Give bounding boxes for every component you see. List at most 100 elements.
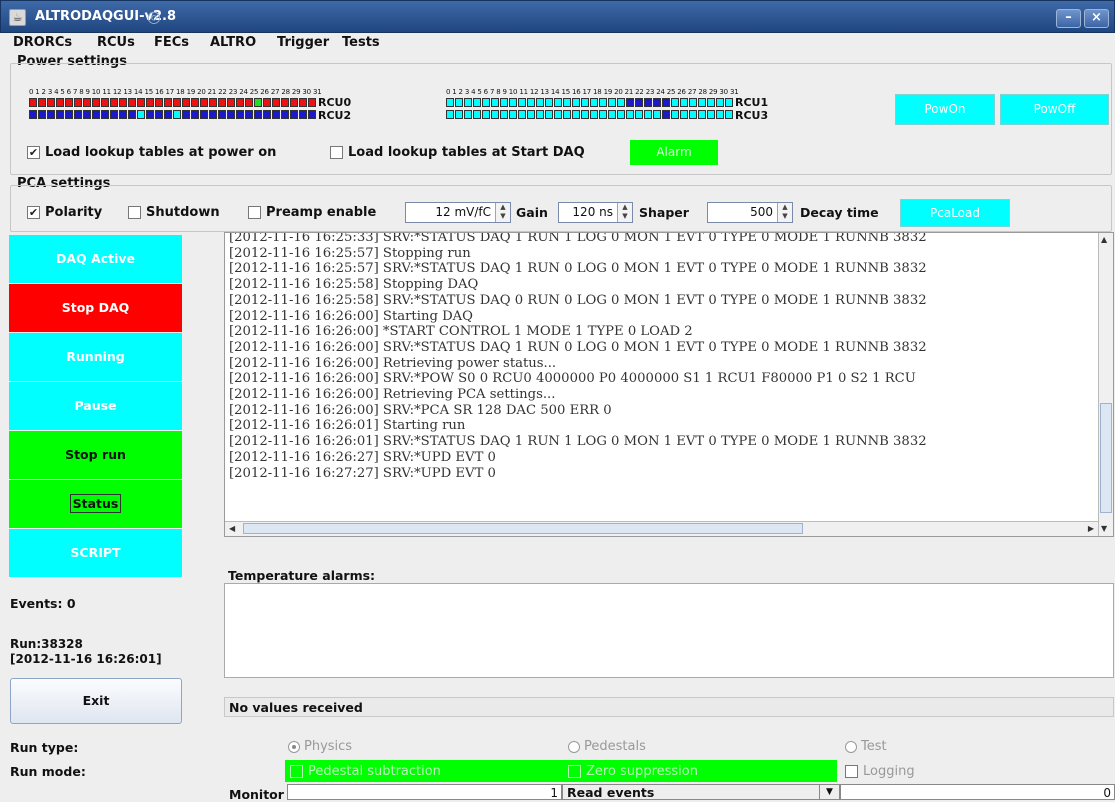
- channel-box[interactable]: [527, 98, 535, 107]
- channel-box[interactable]: [137, 98, 145, 107]
- channel-box[interactable]: [254, 98, 262, 107]
- channel-box[interactable]: [83, 110, 91, 119]
- physics-radio[interactable]: Physics: [288, 739, 352, 754]
- channel-box[interactable]: [173, 110, 181, 119]
- spinner-arrows-icon[interactable]: ▲ ▼: [617, 203, 632, 222]
- channel-box[interactable]: [725, 98, 733, 107]
- channel-box[interactable]: [74, 110, 82, 119]
- channel-box[interactable]: [290, 110, 298, 119]
- channel-box[interactable]: [137, 110, 145, 119]
- channel-box[interactable]: [236, 98, 244, 107]
- menu-tests[interactable]: Tests: [342, 35, 380, 50]
- vertical-scrollbar[interactable]: ▲ ▼: [1098, 233, 1113, 536]
- horizontal-scroll-thumb[interactable]: [243, 523, 803, 534]
- channel-box[interactable]: [92, 110, 100, 119]
- vertical-scroll-thumb[interactable]: [1100, 403, 1112, 513]
- channel-box[interactable]: [209, 98, 217, 107]
- channel-box[interactable]: [101, 98, 109, 107]
- channel-box[interactable]: [500, 98, 508, 107]
- channel-box[interactable]: [518, 98, 526, 107]
- channel-box[interactable]: [680, 98, 688, 107]
- channel-box[interactable]: [545, 98, 553, 107]
- script-button[interactable]: SCRIPT: [9, 529, 182, 577]
- channel-box[interactable]: [518, 110, 526, 119]
- channel-box[interactable]: [590, 110, 598, 119]
- channel-box[interactable]: [146, 98, 154, 107]
- channel-box[interactable]: [617, 98, 625, 107]
- channel-box[interactable]: [464, 98, 472, 107]
- channel-box[interactable]: [227, 110, 235, 119]
- channel-box[interactable]: [563, 110, 571, 119]
- channel-box[interactable]: [590, 98, 598, 107]
- channel-box[interactable]: [92, 98, 100, 107]
- pedestal-subtraction-checkbox[interactable]: Pedestal subtraction: [290, 764, 441, 779]
- dropdown-arrow-icon[interactable]: ▼: [819, 785, 839, 800]
- channel-box[interactable]: [707, 98, 715, 107]
- monitor-value-field[interactable]: 1: [287, 784, 562, 800]
- channel-box[interactable]: [680, 110, 688, 119]
- horizontal-scrollbar[interactable]: ◀ ▶: [225, 521, 1098, 536]
- shutdown-checkbox[interactable]: Shutdown: [128, 205, 220, 220]
- channel-box[interactable]: [536, 98, 544, 107]
- channel-box[interactable]: [491, 110, 499, 119]
- channel-box[interactable]: [263, 98, 271, 107]
- channel-box[interactable]: [653, 110, 661, 119]
- close-button[interactable]: ×: [1084, 9, 1109, 28]
- running-button[interactable]: Running: [9, 333, 182, 381]
- channel-box[interactable]: [110, 98, 118, 107]
- channel-box[interactable]: [473, 110, 481, 119]
- channel-box[interactable]: [173, 98, 181, 107]
- channel-box[interactable]: [101, 110, 109, 119]
- pedestals-radio[interactable]: Pedestals: [568, 739, 646, 754]
- channel-box[interactable]: [245, 110, 253, 119]
- channel-box[interactable]: [164, 110, 172, 119]
- channel-box[interactable]: [182, 98, 190, 107]
- channel-box[interactable]: [725, 110, 733, 119]
- channel-box[interactable]: [599, 110, 607, 119]
- channel-box[interactable]: [473, 98, 481, 107]
- monitor-select[interactable]: Read events ▼: [562, 784, 840, 800]
- channel-box[interactable]: [689, 110, 697, 119]
- channel-box[interactable]: [218, 110, 226, 119]
- rcu1-channel-row[interactable]: [446, 98, 734, 107]
- minimize-button[interactable]: –: [1056, 9, 1081, 28]
- channel-box[interactable]: [626, 110, 634, 119]
- log-text-area[interactable]: [2012-11-16 16:25:33] SRV:*STATUS DAQ 1 …: [224, 232, 1114, 537]
- channel-box[interactable]: [563, 98, 571, 107]
- channel-box[interactable]: [299, 98, 307, 107]
- channel-box[interactable]: [128, 110, 136, 119]
- exit-button[interactable]: Exit: [10, 678, 182, 724]
- monitor-right-field[interactable]: 0: [840, 784, 1115, 800]
- channel-box[interactable]: [236, 110, 244, 119]
- channel-box[interactable]: [29, 110, 37, 119]
- channel-box[interactable]: [182, 110, 190, 119]
- channel-box[interactable]: [74, 98, 82, 107]
- channel-box[interactable]: [155, 110, 163, 119]
- channel-box[interactable]: [608, 98, 616, 107]
- channel-box[interactable]: [581, 98, 589, 107]
- channel-box[interactable]: [110, 110, 118, 119]
- rcu0-channel-row[interactable]: [29, 98, 317, 107]
- stop-run-button[interactable]: Stop run: [9, 431, 182, 479]
- channel-box[interactable]: [272, 110, 280, 119]
- channel-box[interactable]: [509, 110, 517, 119]
- channel-box[interactable]: [626, 98, 634, 107]
- menu-drorcs[interactable]: DRORCs: [13, 35, 72, 50]
- channel-box[interactable]: [38, 98, 46, 107]
- channel-box[interactable]: [536, 110, 544, 119]
- menu-trigger[interactable]: Trigger: [277, 35, 329, 50]
- load-lookup-power-on-checkbox[interactable]: ✔ Load lookup tables at power on: [27, 145, 276, 160]
- temperature-alarms-area[interactable]: [224, 583, 1114, 678]
- channel-box[interactable]: [608, 110, 616, 119]
- rcu2-channel-row[interactable]: [29, 110, 317, 119]
- channel-box[interactable]: [191, 110, 199, 119]
- channel-box[interactable]: [716, 110, 724, 119]
- channel-box[interactable]: [662, 98, 670, 107]
- channel-box[interactable]: [482, 110, 490, 119]
- channel-box[interactable]: [716, 98, 724, 107]
- channel-box[interactable]: [200, 98, 208, 107]
- shaper-spinner[interactable]: 120 ns ▲ ▼: [558, 202, 633, 223]
- menu-rcus[interactable]: RCUs: [97, 35, 135, 50]
- spinner-arrows-icon[interactable]: ▲ ▼: [495, 203, 510, 222]
- polarity-checkbox[interactable]: ✔ Polarity: [27, 205, 102, 220]
